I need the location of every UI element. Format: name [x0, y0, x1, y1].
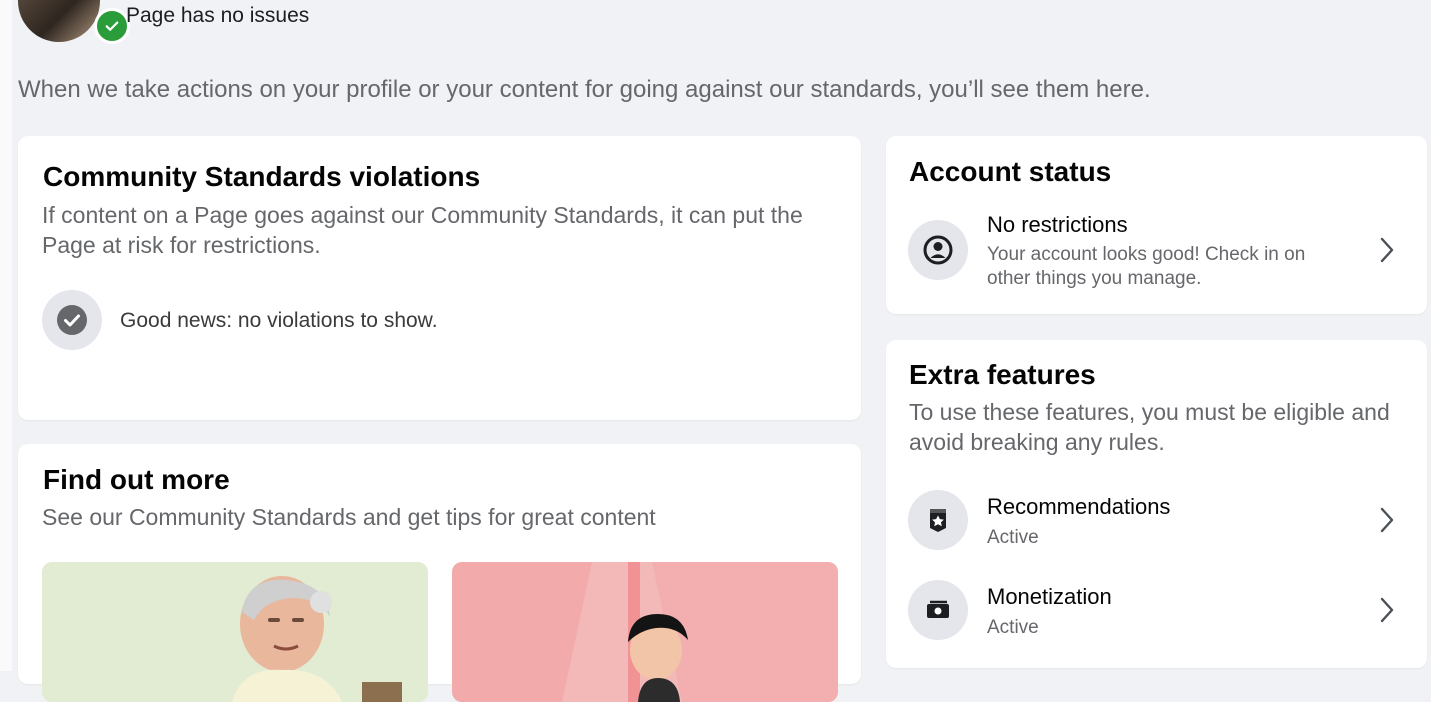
no-violations-message: Good news: no violations to show.	[120, 309, 438, 332]
avatar[interactable]	[18, 0, 100, 42]
community-standards-description: If content on a Page goes against our Co…	[42, 202, 803, 258]
user-circle-icon	[908, 220, 968, 280]
chevron-right-icon	[1375, 232, 1399, 268]
account-status-card: Account status No restrictions Your acco…	[886, 136, 1427, 314]
find-out-more-card: Find out more See our Community Standard…	[18, 444, 861, 702]
find-out-more-title: Find out more	[43, 464, 230, 495]
community-standards-card: Community Standards violations If conten…	[18, 136, 861, 420]
intro-text: When we take actions on your profile or …	[18, 76, 1151, 103]
no-restrictions-title: No restrictions	[987, 212, 1128, 237]
chevron-right-icon	[1375, 592, 1399, 628]
recommendations-status: Active	[987, 527, 1039, 548]
check-circle-icon	[42, 290, 102, 350]
left-gutter	[0, 0, 12, 671]
extra-features-title: Extra features	[909, 359, 1096, 390]
extra-features-description: To use these features, you must be eligi…	[909, 399, 1390, 455]
find-out-more-description: See our Community Standards and get tips…	[42, 504, 656, 530]
monetization-row[interactable]: Monetization Active	[886, 580, 1427, 660]
money-icon	[908, 580, 968, 640]
content-tips-illustration[interactable]	[452, 562, 838, 702]
recommendations-title: Recommendations	[987, 494, 1171, 519]
badge-icon	[908, 490, 968, 550]
community-standards-illustration[interactable]	[42, 562, 428, 702]
no-restrictions-row[interactable]: No restrictions Your account looks good!…	[886, 212, 1427, 292]
monetization-title: Monetization	[987, 584, 1112, 609]
check-badge-icon	[94, 8, 130, 44]
no-restrictions-description: Your account looks good! Check in on oth…	[987, 244, 1306, 289]
page-status-header: Page has no issues	[18, 0, 618, 60]
recommendations-row[interactable]: Recommendations Active	[886, 490, 1427, 570]
monetization-status: Active	[987, 617, 1039, 638]
page-status-text: Page has no issues	[126, 4, 310, 27]
extra-features-card: Extra features To use these features, yo…	[886, 340, 1427, 668]
chevron-right-icon	[1375, 502, 1399, 538]
community-standards-title: Community Standards violations	[43, 161, 481, 192]
account-status-title: Account status	[909, 156, 1112, 187]
